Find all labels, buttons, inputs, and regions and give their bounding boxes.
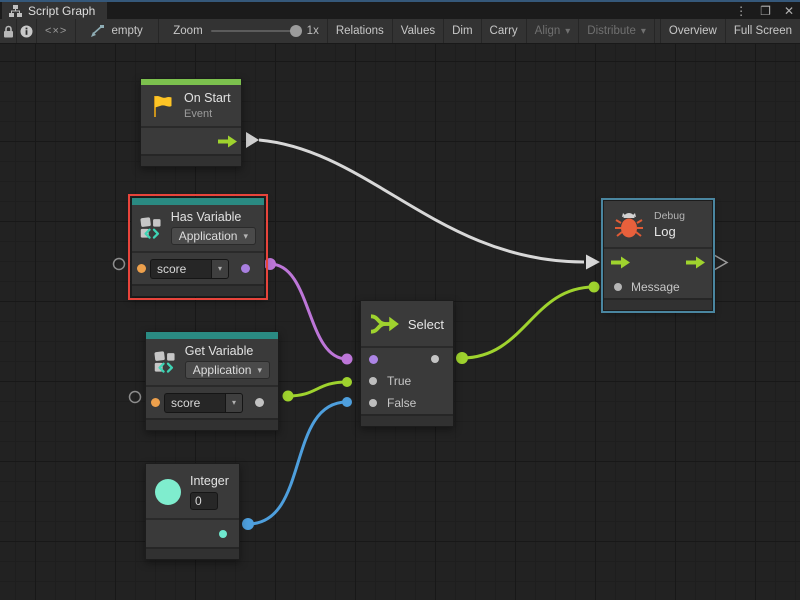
node-subtitle: Log <box>654 224 685 239</box>
node-subtitle: Event <box>184 108 231 120</box>
lock-icon <box>3 25 14 38</box>
node-footer <box>146 547 239 559</box>
message-input-port[interactable] <box>614 283 622 291</box>
message-port-label: Message <box>631 280 680 294</box>
lock-button[interactable] <box>0 19 17 43</box>
window-focus-border <box>0 0 800 2</box>
info-icon <box>20 25 33 38</box>
node-footer <box>141 154 241 166</box>
graph-icon <box>9 5 22 17</box>
node-title: On Start <box>184 91 231 105</box>
zoom-slider[interactable] <box>211 30 299 32</box>
tab-label: Script Graph <box>28 4 95 18</box>
zoom-label: Zoom <box>173 25 202 37</box>
true-input-port[interactable] <box>369 377 377 385</box>
variables-icon <box>139 214 163 241</box>
value-output-port[interactable] <box>255 398 264 407</box>
true-port-label: True <box>387 374 411 388</box>
fullscreen-button[interactable]: Full Screen <box>726 19 800 43</box>
flag-icon <box>150 93 176 119</box>
variable-name-field <box>150 259 229 279</box>
node-footer <box>604 298 712 310</box>
node-has-variable[interactable]: Has Variable Application <box>131 197 265 297</box>
bug-icon <box>614 211 644 239</box>
overview-button[interactable]: Overview <box>660 19 726 43</box>
variables-header-bar <box>132 198 264 205</box>
zoom-slider-knob[interactable] <box>290 25 302 37</box>
node-title: Integer <box>190 474 229 488</box>
variable-picker-dropdown[interactable] <box>211 259 229 279</box>
variable-picker-dropdown[interactable] <box>225 393 243 413</box>
node-integer[interactable]: Integer <box>145 463 240 560</box>
selection-indicator-label: empty <box>111 25 142 37</box>
zoom-value: 1x <box>307 25 319 37</box>
node-title: Select <box>408 317 444 332</box>
result-output-port[interactable] <box>241 264 250 273</box>
distribute-dropdown[interactable]: Distribute <box>579 19 655 43</box>
relations-button[interactable]: Relations <box>328 19 393 43</box>
code-view-button[interactable]: <×> <box>37 19 77 43</box>
tab-script-graph[interactable]: Script Graph <box>2 2 107 19</box>
variable-name-input[interactable] <box>164 393 225 413</box>
selection-indicator: empty <box>76 19 159 43</box>
tab-bar: Script Graph ⋮ ❐ ✕ <box>0 2 800 19</box>
integer-literal-icon <box>155 479 181 505</box>
align-dropdown[interactable]: Align <box>527 19 580 43</box>
variables-header-bar <box>146 332 278 339</box>
flow-input-port[interactable] <box>611 256 630 269</box>
flow-output-port[interactable] <box>218 135 237 148</box>
false-port-label: False <box>387 396 416 410</box>
selection-output-port[interactable] <box>431 355 439 363</box>
node-title: Get Variable <box>185 344 270 358</box>
node-title: Debug <box>654 210 685 222</box>
node-title: Has Variable <box>171 210 256 224</box>
variable-name-input[interactable] <box>150 259 211 279</box>
carry-button[interactable]: Carry <box>482 19 527 43</box>
node-get-variable[interactable]: Get Variable Application <box>145 331 279 431</box>
node-footer <box>146 418 278 430</box>
integer-output-port[interactable] <box>219 530 227 538</box>
zoom-control: Zoom 1x <box>159 19 328 43</box>
false-input-port[interactable] <box>369 399 377 407</box>
node-select[interactable]: Select True False <box>360 300 454 427</box>
node-on-start[interactable]: On Start Event <box>140 78 242 167</box>
variable-name-port[interactable] <box>151 398 160 407</box>
flow-output-port[interactable] <box>686 256 705 269</box>
graph-toolbar: <×> empty Zoom 1x Relations Values Dim C… <box>0 19 800 44</box>
variable-name-field <box>164 393 243 413</box>
integer-value-input[interactable] <box>190 492 218 510</box>
node-footer <box>361 414 453 426</box>
dim-button[interactable]: Dim <box>444 19 481 43</box>
values-button[interactable]: Values <box>393 19 444 43</box>
condition-input-port[interactable] <box>369 355 378 364</box>
select-icon <box>370 313 400 335</box>
variable-scope-dropdown[interactable]: Application <box>171 227 256 245</box>
variable-scope-dropdown[interactable]: Application <box>185 361 270 379</box>
connection-cursor-icon <box>90 25 104 38</box>
variables-icon <box>153 348 177 375</box>
node-debug-log[interactable]: Debug Log Message <box>603 200 713 311</box>
close-icon[interactable]: ✕ <box>784 5 794 17</box>
info-button[interactable] <box>17 19 37 43</box>
window-menu-icon[interactable]: ⋮ <box>735 5 747 17</box>
maximize-icon[interactable]: ❐ <box>760 5 771 17</box>
variable-name-port[interactable] <box>137 264 146 273</box>
node-footer <box>132 284 264 296</box>
